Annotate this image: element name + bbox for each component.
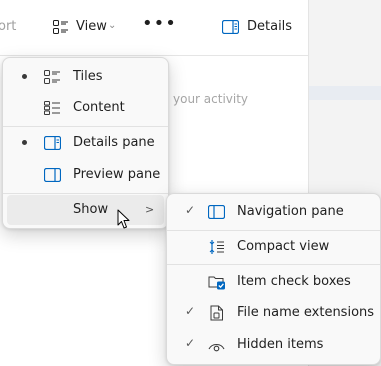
menu-item-file-name-extensions[interactable]: ✓ File name extensions bbox=[171, 298, 376, 328]
view-button[interactable]: View bbox=[76, 19, 107, 34]
details-pane-icon bbox=[43, 135, 62, 154]
more-options-button[interactable]: ••• bbox=[142, 13, 177, 34]
chevron-right-icon: > bbox=[145, 203, 155, 216]
show-submenu: ✓ Navigation pane Compact view Item chec… bbox=[166, 193, 381, 365]
menu-separator bbox=[3, 126, 168, 127]
content-icon bbox=[44, 100, 61, 119]
checkmark-icon: ✓ bbox=[185, 336, 196, 350]
menu-item-label: Hidden items bbox=[237, 337, 324, 352]
details-pane-icon[interactable] bbox=[221, 19, 240, 38]
menu-item-navigation-pane[interactable]: ✓ Navigation pane bbox=[171, 197, 376, 227]
compact-view-icon bbox=[209, 239, 225, 259]
menu-separator bbox=[167, 264, 380, 265]
activity-hint-text: your activity bbox=[173, 92, 249, 106]
menu-item-label: Tiles bbox=[73, 69, 103, 84]
chevron-down-icon: ⌄ bbox=[108, 20, 117, 31]
eye-icon bbox=[208, 338, 225, 357]
menu-item-content[interactable]: Content bbox=[7, 93, 164, 123]
file-icon bbox=[210, 305, 224, 325]
tiles-icon bbox=[44, 69, 61, 88]
menu-item-hidden-items[interactable]: ✓ Hidden items bbox=[171, 330, 376, 360]
checkmark-icon: ✓ bbox=[185, 203, 196, 217]
menu-item-label: Navigation pane bbox=[237, 204, 344, 219]
menu-item-label: Item check boxes bbox=[237, 274, 351, 289]
view-icon[interactable] bbox=[53, 19, 69, 38]
selected-bullet-icon bbox=[22, 140, 27, 145]
menu-item-show[interactable]: Show > bbox=[7, 195, 164, 225]
menu-item-compact-view[interactable]: Compact view bbox=[171, 232, 376, 262]
menu-item-label: Content bbox=[73, 100, 125, 115]
menu-item-tiles[interactable]: Tiles bbox=[7, 62, 164, 92]
selected-bullet-icon bbox=[22, 74, 27, 79]
menu-item-preview-pane[interactable]: Preview pane bbox=[7, 160, 164, 190]
menu-item-label: Details pane bbox=[73, 135, 155, 150]
checkmark-icon: ✓ bbox=[185, 304, 196, 318]
view-menu: Tiles Content Details pane Preview pane … bbox=[2, 57, 169, 229]
menu-item-item-check-boxes[interactable]: Item check boxes bbox=[171, 267, 376, 297]
navigation-pane-icon bbox=[207, 204, 226, 223]
mouse-cursor-icon bbox=[117, 209, 131, 234]
menu-separator bbox=[3, 193, 168, 194]
details-button[interactable]: Details bbox=[247, 19, 292, 34]
menu-separator bbox=[167, 230, 380, 231]
command-bar: ort View ⌄ ••• Details bbox=[0, 0, 308, 56]
preview-pane-icon bbox=[43, 167, 62, 186]
sort-button-label[interactable]: ort bbox=[0, 19, 16, 34]
menu-item-label: Preview pane bbox=[73, 167, 161, 182]
pane-header-strip bbox=[309, 86, 381, 100]
item-check-boxes-icon bbox=[208, 274, 226, 294]
menu-item-details-pane[interactable]: Details pane bbox=[7, 128, 164, 158]
menu-item-label: File name extensions bbox=[237, 305, 375, 320]
menu-item-label: Compact view bbox=[237, 239, 330, 254]
menu-item-label: Show bbox=[73, 202, 109, 217]
